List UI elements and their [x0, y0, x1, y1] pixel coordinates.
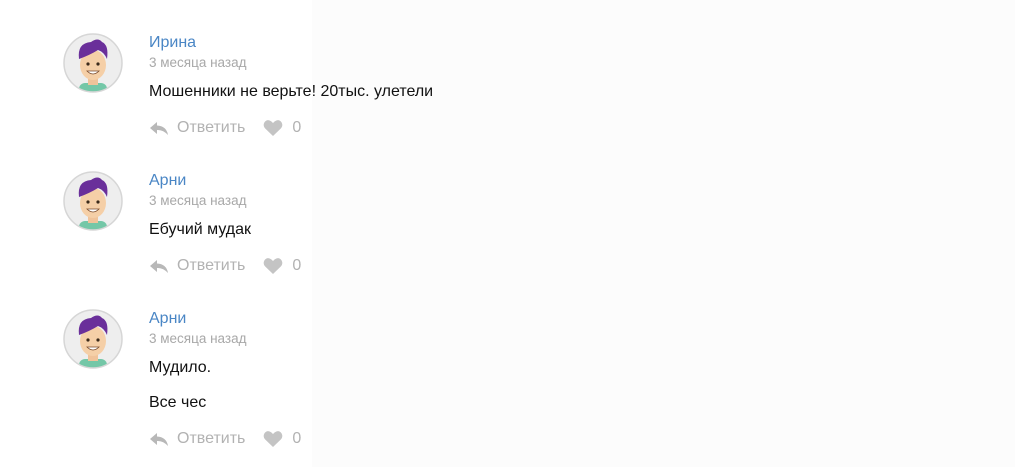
reply-icon: [150, 433, 168, 446]
reply-button[interactable]: Ответить: [149, 119, 245, 137]
reply-button[interactable]: Ответить: [149, 430, 245, 448]
user-avatar[interactable]: [63, 171, 123, 231]
like-button[interactable]: 0: [263, 119, 301, 137]
comment-date: 3 месяца назад: [149, 331, 247, 346]
reply-button[interactable]: Ответить: [149, 257, 245, 275]
comment-text: Ебучий мудак: [149, 221, 252, 238]
comment-actions: Ответить 0: [149, 429, 749, 449]
comment-text: Мошенники не верьте! 20тыс. улетели: [149, 83, 434, 100]
reply-label: Ответить: [177, 430, 246, 447]
comment-text: Все чес: [149, 394, 207, 411]
reply-icon: [150, 260, 168, 273]
comment-date: 3 месяца назад: [149, 193, 247, 208]
heart-icon: [264, 431, 283, 447]
comment-actions: Ответить 0: [149, 256, 749, 276]
comment-actions: Ответить 0: [149, 118, 749, 138]
like-button[interactable]: 0: [263, 257, 301, 275]
heart-icon: [264, 258, 283, 274]
like-count: 0: [292, 119, 302, 136]
comment-content: Ирина 3 месяца назад Мошенники не верьте…: [149, 33, 749, 138]
avatar-icon: [63, 171, 123, 231]
user-avatar[interactable]: [63, 33, 123, 93]
user-avatar[interactable]: [63, 309, 123, 369]
comment-author[interactable]: Арни: [149, 309, 749, 329]
comments-page: Ирина 3 месяца назад Мошенники не верьте…: [0, 0, 1015, 467]
comment-content: Арни 3 месяца назад Ебучий мудак Ответит…: [149, 171, 749, 276]
like-count: 0: [292, 430, 302, 447]
reply-icon: [150, 122, 168, 135]
reply-label: Ответить: [177, 257, 246, 274]
like-count: 0: [292, 257, 302, 274]
avatar-icon: [63, 33, 123, 93]
like-button[interactable]: 0: [263, 430, 301, 448]
comment-content: Арни 3 месяца назад Мудило. Все чес Отве…: [149, 309, 749, 449]
comment-author[interactable]: Ирина: [149, 33, 749, 53]
comment-author[interactable]: Арни: [149, 171, 749, 191]
comment-date: 3 месяца назад: [149, 55, 247, 70]
heart-icon: [264, 120, 283, 136]
reply-label: Ответить: [177, 119, 246, 136]
avatar-icon: [63, 309, 123, 369]
comment-text: Мудило.: [149, 359, 212, 376]
